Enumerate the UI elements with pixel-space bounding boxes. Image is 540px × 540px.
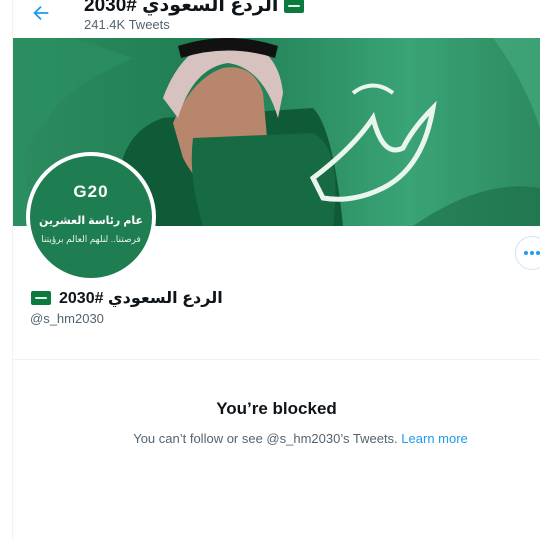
tweet-count: 241.4K Tweets bbox=[84, 17, 170, 32]
learn-more-link[interactable]: Learn more bbox=[401, 431, 467, 446]
profile-handle: @s_hm2030 bbox=[30, 311, 104, 326]
saudi-flag-icon bbox=[284, 0, 305, 13]
divider bbox=[13, 359, 540, 360]
back-arrow-icon[interactable] bbox=[30, 2, 54, 26]
more-dot-icon bbox=[536, 251, 540, 255]
blocked-message-text: You can’t follow or see @s_hm2030’s Twee… bbox=[133, 431, 398, 446]
blocked-title: You’re blocked bbox=[216, 399, 337, 418]
header-title-text: الردع السعودي #2030 bbox=[84, 0, 279, 16]
profile-name-text: الردع السعودي #2030 bbox=[59, 290, 223, 307]
header-title: الردع السعودي #2030 bbox=[84, 0, 305, 17]
more-options-button[interactable] bbox=[515, 236, 540, 270]
arrow-left-icon bbox=[33, 5, 49, 21]
avatar-caption-1: عام رئاسة العشرين bbox=[38, 215, 144, 227]
profile-avatar[interactable]: G20 عام رئاسة العشرين فرصتنا.. لنلهم الع… bbox=[26, 152, 156, 282]
saudi-flag-icon bbox=[31, 291, 51, 305]
more-dot-icon bbox=[524, 251, 528, 255]
avatar-caption-2: فرصتنا.. لنلهم العالم برؤيتنا bbox=[41, 234, 141, 244]
profile-name: الردع السعودي #2030 bbox=[31, 288, 223, 308]
blocked-message: You can’t follow or see @s_hm2030’s Twee… bbox=[13, 431, 540, 446]
more-dot-icon bbox=[530, 251, 534, 255]
avatar-logo: G20 bbox=[73, 182, 109, 201]
